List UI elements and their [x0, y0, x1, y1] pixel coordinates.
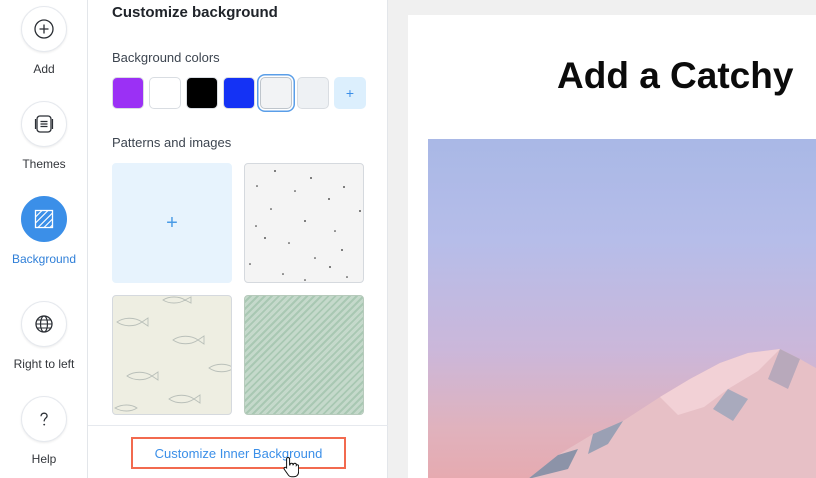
color-swatches: +: [112, 77, 366, 109]
rail-item-help[interactable]: Help: [0, 396, 88, 466]
hand-cursor-icon: [283, 456, 299, 478]
site-preview: Add a Catchy: [408, 15, 816, 478]
color-swatch-black[interactable]: [186, 77, 218, 109]
left-rail: Add Themes Background Right to left Help: [0, 0, 88, 478]
color-swatch-purple[interactable]: [112, 77, 144, 109]
add-color-button[interactable]: +: [334, 77, 366, 109]
panel-title: Customize background: [112, 4, 278, 21]
themes-icon: [21, 101, 67, 147]
rail-item-add[interactable]: Add: [0, 6, 88, 76]
fish-pattern-icon: [114, 296, 231, 412]
dots-pattern-icon: [249, 170, 361, 281]
color-swatch-white[interactable]: [149, 77, 181, 109]
hero-image: [428, 139, 816, 478]
pattern-tile-stripes[interactable]: [244, 295, 364, 415]
rail-label: Add: [33, 62, 55, 76]
rail-label: Themes: [22, 157, 66, 171]
rail-item-background[interactable]: Background: [0, 196, 88, 266]
rail-item-right-to-left[interactable]: Right to left: [0, 301, 88, 371]
globe-icon: [21, 301, 67, 347]
preview-title: Add a Catchy: [557, 55, 794, 96]
color-swatch-light-gray-selected[interactable]: [260, 77, 292, 109]
mountain-illustration: [529, 349, 816, 478]
add-image-tile[interactable]: +: [112, 163, 232, 283]
color-swatch-blue[interactable]: [223, 77, 255, 109]
panel-footer: Customize Inner Background: [88, 425, 388, 478]
pattern-tile-dots[interactable]: [244, 163, 364, 283]
color-swatch-pale-gray[interactable]: [297, 77, 329, 109]
background-hatch-icon: [21, 196, 67, 242]
plus-icon: +: [345, 85, 355, 101]
customize-inner-background-link[interactable]: Customize Inner Background: [131, 437, 346, 469]
plus-circle-icon: [21, 6, 67, 52]
question-icon: [21, 396, 67, 442]
background-colors-label: Background colors: [112, 50, 220, 65]
pattern-tile-fish[interactable]: [112, 295, 232, 415]
patterns-label: Patterns and images: [112, 135, 232, 150]
rail-item-themes[interactable]: Themes: [0, 101, 88, 171]
rail-label: Background: [11, 252, 77, 266]
rail-label: Help: [31, 452, 57, 466]
customize-background-panel: Customize background Background colors +…: [88, 0, 388, 478]
plus-icon: +: [166, 211, 178, 234]
rail-label: Right to left: [13, 357, 75, 371]
editor-window: Add Themes Background Right to left Help: [0, 0, 816, 478]
